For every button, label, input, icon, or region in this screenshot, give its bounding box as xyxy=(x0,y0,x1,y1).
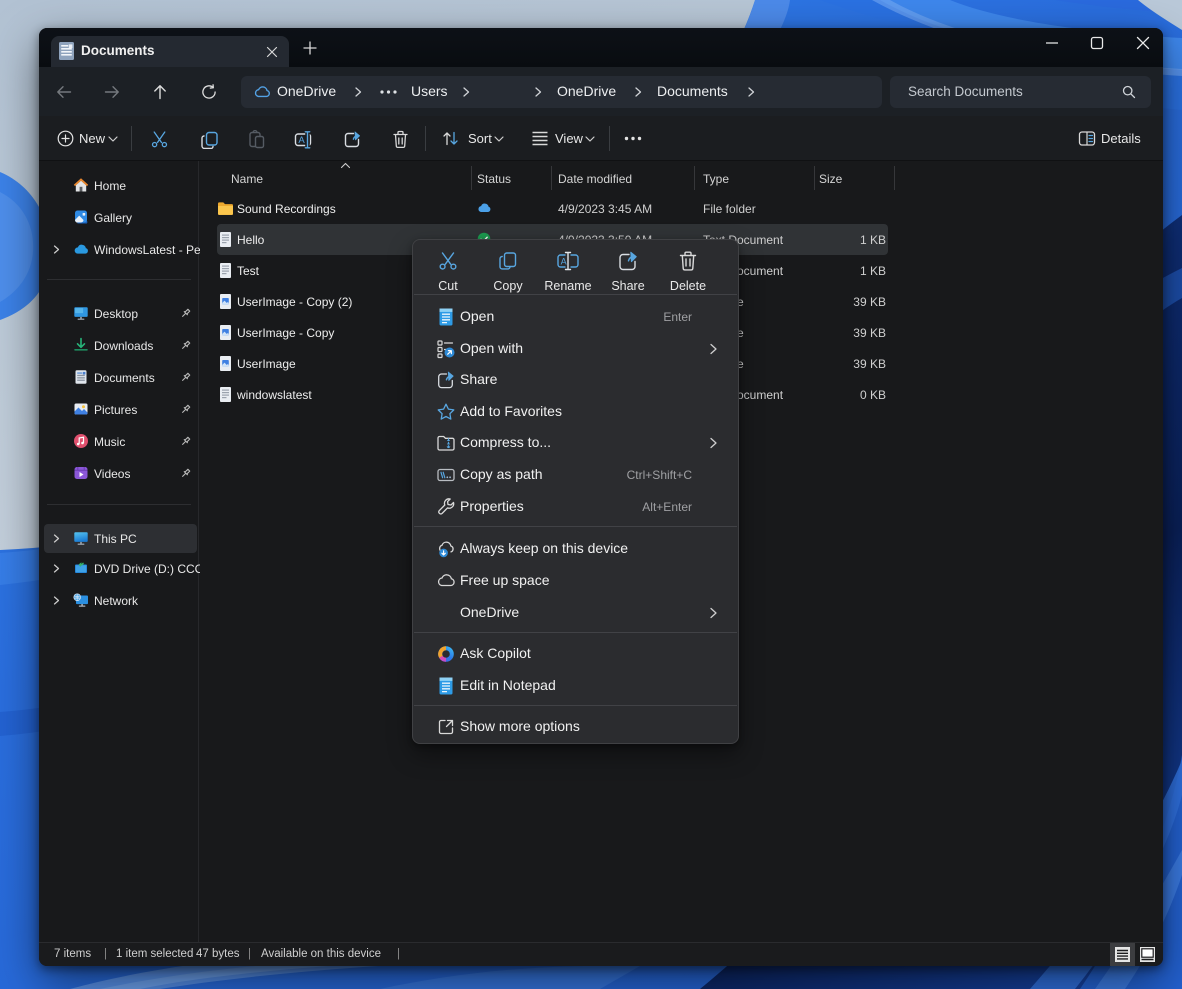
svg-text:A: A xyxy=(298,135,305,146)
svg-text:A: A xyxy=(561,257,567,267)
